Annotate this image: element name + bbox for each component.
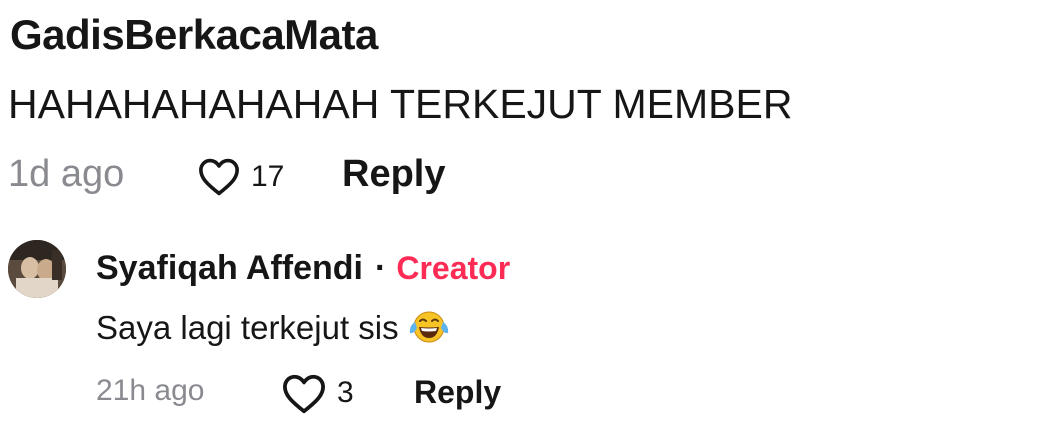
comment-username[interactable]: GadisBerkacaMata [10,14,378,56]
reply-username[interactable]: Syafiqah Affendi [96,249,363,287]
reply-username-line: Syafiqah Affendi · Creator [96,251,510,285]
heart-outline-icon[interactable] [198,158,240,196]
heart-outline-icon[interactable] [282,374,326,414]
reply-button[interactable]: Reply [342,155,445,193]
reply-text: Saya lagi terkejut sis [96,309,399,346]
comment-timestamp: 1d ago [8,153,125,195]
like-count: 3 [337,376,354,409]
like-count: 17 [251,160,285,193]
reply-timestamp: 21h ago [96,374,205,407]
reply-button[interactable]: Reply [414,376,501,408]
comment-thread: GadisBerkacaMata HAHAHAHAHAHAH TERKEJUT … [0,0,1039,430]
avatar[interactable] [8,240,66,298]
reply-text-line: Saya lagi terkejut sis [96,311,451,346]
face-with-tears-of-joy-emoji [407,306,451,346]
separator-dot: · [375,249,387,287]
comment-text: HAHAHAHAHAHAH TERKEJUT MEMBER [8,81,793,127]
creator-badge: Creator [396,250,511,286]
